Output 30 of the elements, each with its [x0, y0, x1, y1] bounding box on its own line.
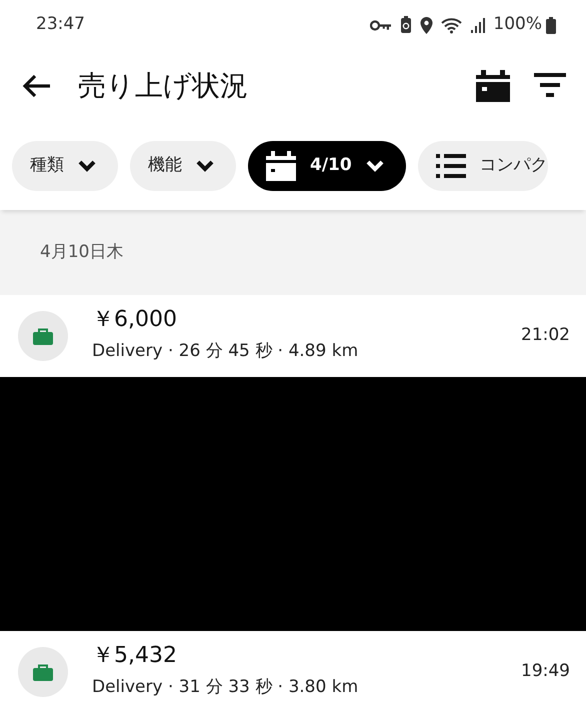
trip-time: 19:49 [521, 660, 570, 684]
key-icon [370, 20, 392, 30]
trip-details: Delivery · 31 分 33 秒 · 3.80 km [92, 676, 360, 700]
battery-percent: 100% [493, 13, 542, 36]
trip-amount: ￥6,000 [92, 307, 178, 334]
filter-chip[interactable]: 機能 [130, 141, 236, 191]
date-header: 4月10日木 [40, 240, 124, 264]
chevron-down-icon [78, 160, 96, 172]
filter-chip[interactable]: 種類 [12, 141, 118, 191]
chevron-down-icon [196, 160, 214, 172]
page-title: 売り上げ状況 [78, 68, 248, 104]
back-arrow-icon[interactable] [22, 74, 52, 98]
status-time: 23:47 [36, 13, 85, 36]
trip-amount: ￥5,432 [92, 643, 178, 670]
signal-icon [471, 18, 486, 32]
bag-icon [33, 327, 53, 345]
trip-details: Delivery · 26 分 45 秒 · 4.89 km [92, 340, 360, 364]
trip-time: 21:02 [521, 324, 570, 348]
battery-icon [546, 16, 556, 34]
filter-chip[interactable]: 4/10 [248, 141, 406, 191]
filter-icon[interactable] [534, 73, 566, 99]
wifi-icon [441, 16, 464, 34]
calendar-icon [266, 151, 296, 181]
chevron-down-icon [366, 160, 384, 172]
list-icon [436, 154, 466, 178]
calendar-icon[interactable] [476, 70, 510, 102]
bag-icon [33, 663, 53, 681]
battery-saver-icon [400, 16, 412, 34]
filter-chip[interactable]: コンパク [418, 141, 548, 191]
location-icon [420, 16, 434, 34]
